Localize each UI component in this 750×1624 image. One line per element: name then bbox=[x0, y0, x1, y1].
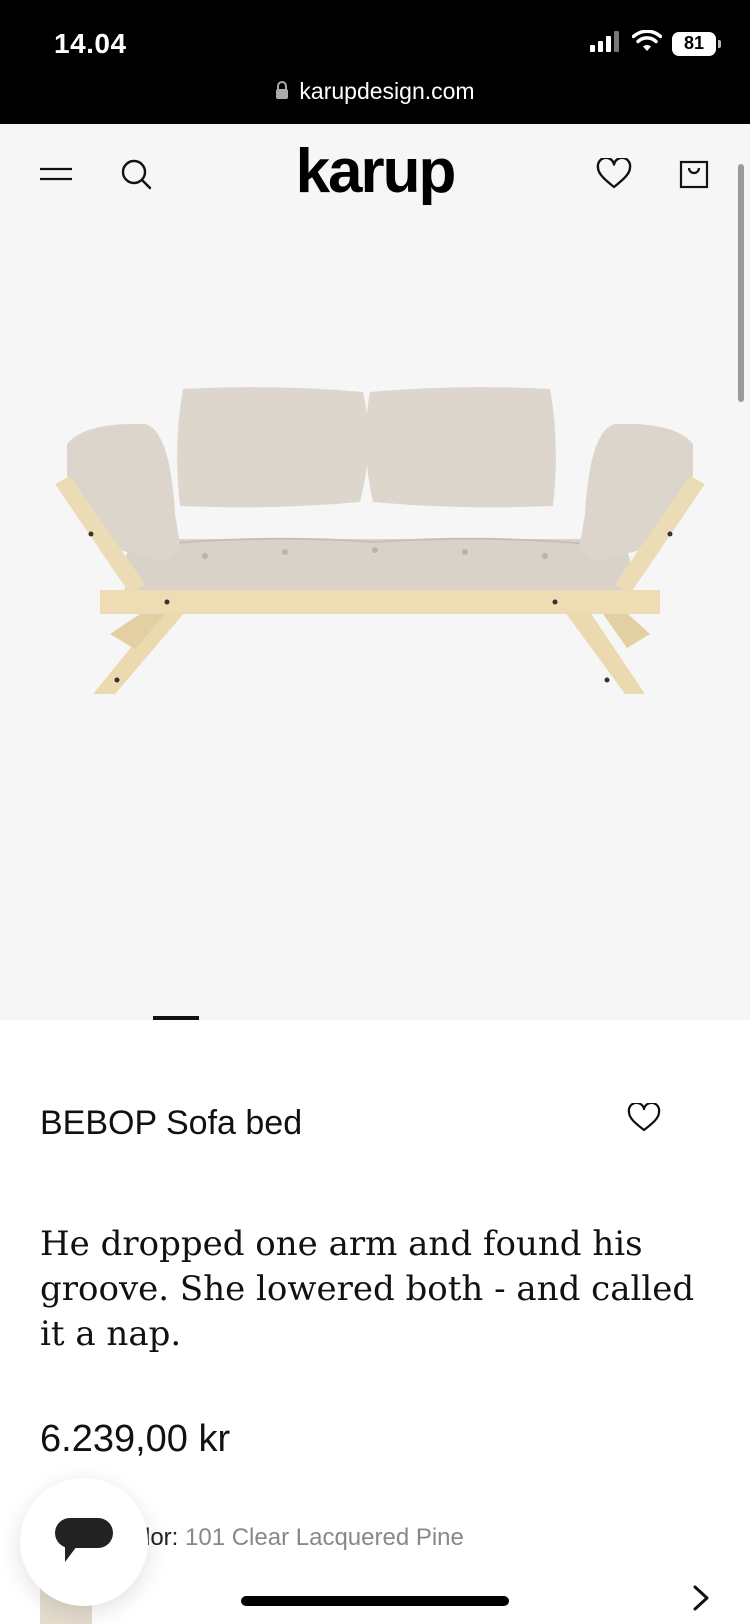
product-description: He dropped one arm and found his groove.… bbox=[40, 1224, 695, 1354]
chat-button[interactable] bbox=[20, 1478, 148, 1606]
product-title: BEBOP Sofa bed bbox=[40, 1104, 303, 1142]
status-icons: 81 bbox=[590, 29, 721, 57]
sofa-product-image[interactable] bbox=[55, 384, 705, 704]
color-selector[interactable]: lor: 101 Clear Lacquered Pine bbox=[145, 1524, 464, 1552]
product-hero: karup bbox=[0, 124, 750, 1020]
url-text: karupdesign.com bbox=[299, 78, 475, 104]
signal-icon bbox=[590, 30, 622, 57]
home-indicator[interactable] bbox=[241, 1596, 509, 1606]
wishlist-button[interactable] bbox=[590, 152, 638, 200]
site-header: karup bbox=[0, 124, 750, 226]
heart-icon bbox=[596, 156, 632, 195]
cart-button[interactable] bbox=[670, 152, 718, 200]
chevron-right-icon bbox=[692, 1584, 710, 1617]
url-bar[interactable]: karupdesign.com bbox=[0, 78, 750, 105]
status-time: 14.04 bbox=[54, 28, 127, 59]
status-bar: 14.04 81 karupdesign.com bbox=[0, 0, 750, 124]
add-to-wishlist-button[interactable] bbox=[622, 1100, 666, 1140]
gallery-indicator[interactable] bbox=[153, 1016, 199, 1020]
color-value: 101 Clear Lacquered Pine bbox=[185, 1524, 464, 1551]
heart-icon bbox=[627, 1101, 661, 1138]
page-scrollbar[interactable] bbox=[738, 164, 744, 402]
wifi-icon bbox=[631, 29, 663, 57]
color-label: lor: bbox=[145, 1524, 179, 1551]
product-price: 6.239,00 kr bbox=[40, 1418, 231, 1460]
color-next-button[interactable] bbox=[686, 1582, 716, 1618]
lock-icon bbox=[275, 78, 289, 105]
shopping-bag-icon bbox=[678, 158, 710, 195]
battery-icon: 81 bbox=[672, 31, 721, 56]
chat-bubble-icon bbox=[53, 1516, 115, 1569]
